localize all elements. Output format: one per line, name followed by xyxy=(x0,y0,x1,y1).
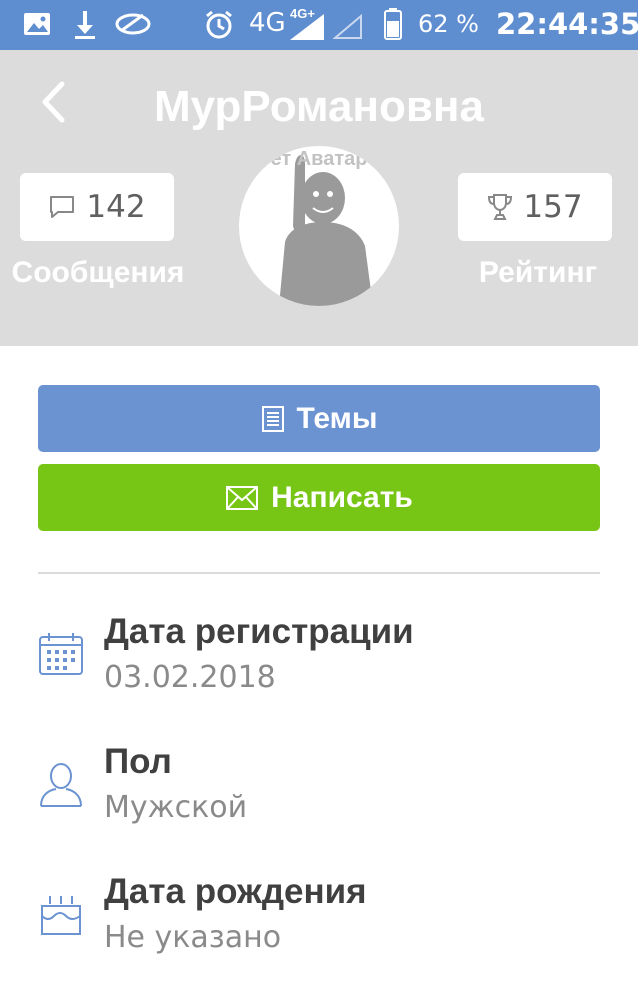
topics-button[interactable]: Темы xyxy=(38,385,600,452)
gender-label: Пол xyxy=(104,742,172,781)
write-message-button[interactable]: Написать xyxy=(38,464,600,531)
envelope-icon xyxy=(226,485,259,510)
calendar-icon xyxy=(39,633,83,675)
battery-icon xyxy=(384,8,402,45)
download-icon xyxy=(70,9,100,46)
signal-icon xyxy=(288,14,326,45)
info-row-birthday: Дата рождения Не указано xyxy=(38,872,600,962)
divider xyxy=(38,572,600,574)
clock: 22:44:35 xyxy=(496,7,638,41)
battery-percent: 62 % xyxy=(418,10,479,38)
topics-button-label: Темы xyxy=(296,401,378,435)
cake-icon xyxy=(41,896,81,935)
network-type: 4G xyxy=(249,8,286,38)
sync-icon xyxy=(113,9,153,44)
rating-label: Рейтинг xyxy=(478,256,598,289)
messages-count: 142 xyxy=(86,189,146,225)
birthday-value: Не указано xyxy=(104,920,282,955)
document-icon xyxy=(261,405,284,432)
avatar-caption: ет Аватар xyxy=(270,148,368,170)
messages-stat[interactable]: 142 xyxy=(20,173,174,241)
messages-label: Сообщения xyxy=(11,256,185,289)
trophy-icon xyxy=(488,194,513,220)
rating-stat[interactable]: 157 xyxy=(458,173,612,241)
info-row-gender: Пол Мужской xyxy=(38,742,600,832)
profile-title: МурРомановна xyxy=(154,82,484,131)
profile-header: МурРомановна 142 Сообщения ет Аватар 157… xyxy=(0,50,638,346)
signal-empty-icon xyxy=(332,13,363,45)
registration-value: 03.02.2018 xyxy=(104,660,276,695)
chat-bubble-icon xyxy=(50,196,75,218)
alarm-icon xyxy=(203,9,235,46)
user-icon xyxy=(40,763,82,807)
gender-value: Мужской xyxy=(104,790,248,825)
info-row-registration: Дата регистрации 03.02.2018 xyxy=(38,612,600,702)
avatar[interactable]: ет Аватар xyxy=(239,146,399,306)
birthday-label: Дата рождения xyxy=(104,872,367,911)
rating-count: 157 xyxy=(523,189,583,225)
image-icon xyxy=(22,9,52,44)
registration-label: Дата регистрации xyxy=(104,612,414,651)
status-bar: 4G 4G+ 62 % 22:44:35 xyxy=(0,0,638,50)
write-button-label: Написать xyxy=(271,480,413,514)
